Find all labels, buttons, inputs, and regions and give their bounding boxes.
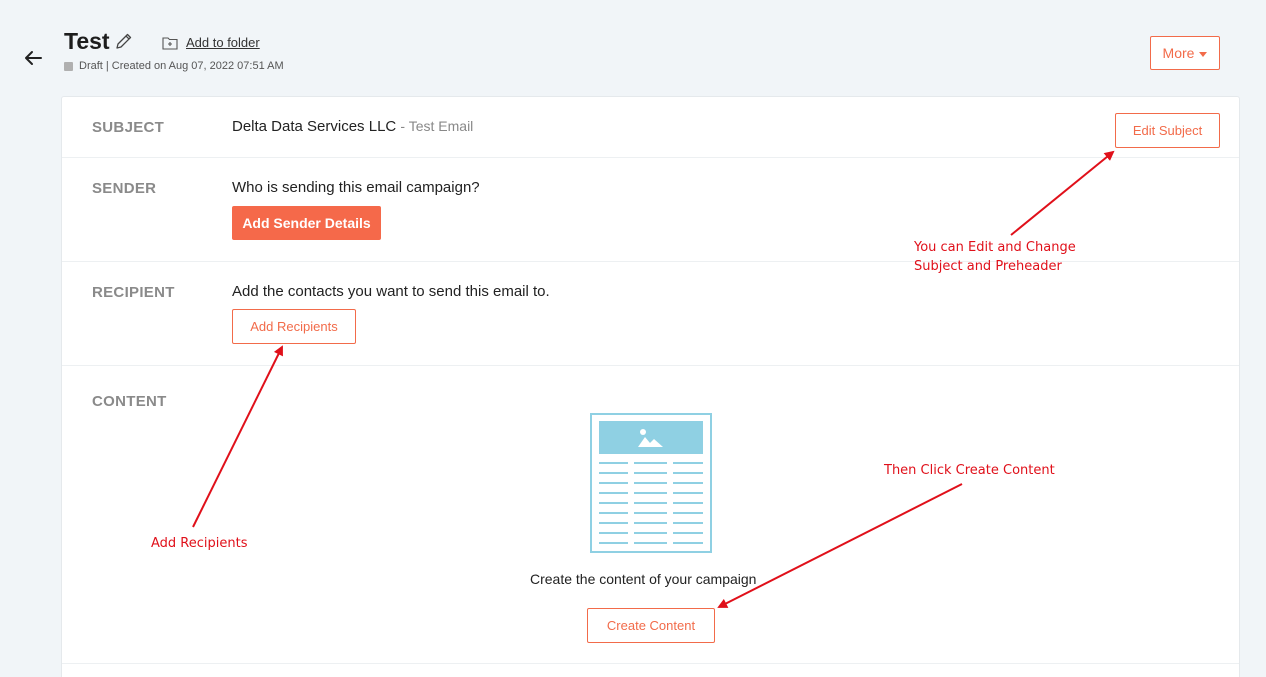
more-label: More — [1162, 45, 1195, 61]
add-to-folder-link[interactable]: Add to folder — [162, 35, 260, 50]
more-button[interactable]: More — [1150, 36, 1220, 70]
subject-row: SUBJECT Delta Data Services LLC - Test E… — [62, 97, 1239, 158]
subject-label: SUBJECT — [92, 119, 165, 136]
back-arrow-icon[interactable] — [22, 47, 44, 69]
add-recipients-button[interactable]: Add Recipients — [232, 309, 356, 344]
add-to-folder-label: Add to folder — [186, 35, 260, 50]
annotation-edit-subject: You can Edit and Change Subject and Preh… — [914, 238, 1076, 276]
recipient-prompt: Add the contacts you want to send this e… — [232, 283, 550, 300]
subject-value: Delta Data Services LLC — [232, 118, 397, 135]
content-caption: Create the content of your campaign — [530, 571, 757, 587]
draft-status-indicator — [64, 61, 73, 71]
subject-value-line: Delta Data Services LLC - Test Email — [232, 118, 473, 135]
annotation-create-content: Then Click Create Content — [884, 463, 1055, 478]
annotation-edit-subject-line1: You can Edit and Change — [914, 240, 1076, 255]
status-line: Draft | Created on Aug 07, 2022 07:51 AM — [64, 60, 284, 72]
campaign-card: SUBJECT Delta Data Services LLC - Test E… — [61, 96, 1240, 677]
newsletter-template-icon — [590, 413, 712, 553]
campaign-title: Test — [64, 28, 110, 54]
sender-prompt: Who is sending this email campaign? — [232, 179, 480, 196]
annotation-edit-subject-line2: Subject and Preheader — [914, 259, 1062, 274]
sender-label: SENDER — [92, 180, 157, 197]
create-content-button[interactable]: Create Content — [587, 608, 715, 643]
caret-down-icon — [1199, 51, 1208, 57]
recipient-label: RECIPIENT — [92, 284, 175, 301]
annotation-add-recipients: Add Recipients — [151, 536, 248, 551]
status-text: Draft | Created on Aug 07, 2022 07:51 AM — [79, 60, 284, 72]
add-sender-details-button[interactable]: Add Sender Details — [232, 206, 381, 240]
subject-suffix: - Test Email — [400, 118, 474, 134]
edit-subject-button[interactable]: Edit Subject — [1115, 113, 1220, 148]
recipient-row: RECIPIENT Add the contacts you want to s… — [62, 262, 1239, 366]
folder-add-icon — [162, 36, 178, 50]
content-label: CONTENT — [92, 393, 167, 410]
pencil-icon[interactable] — [114, 31, 134, 51]
